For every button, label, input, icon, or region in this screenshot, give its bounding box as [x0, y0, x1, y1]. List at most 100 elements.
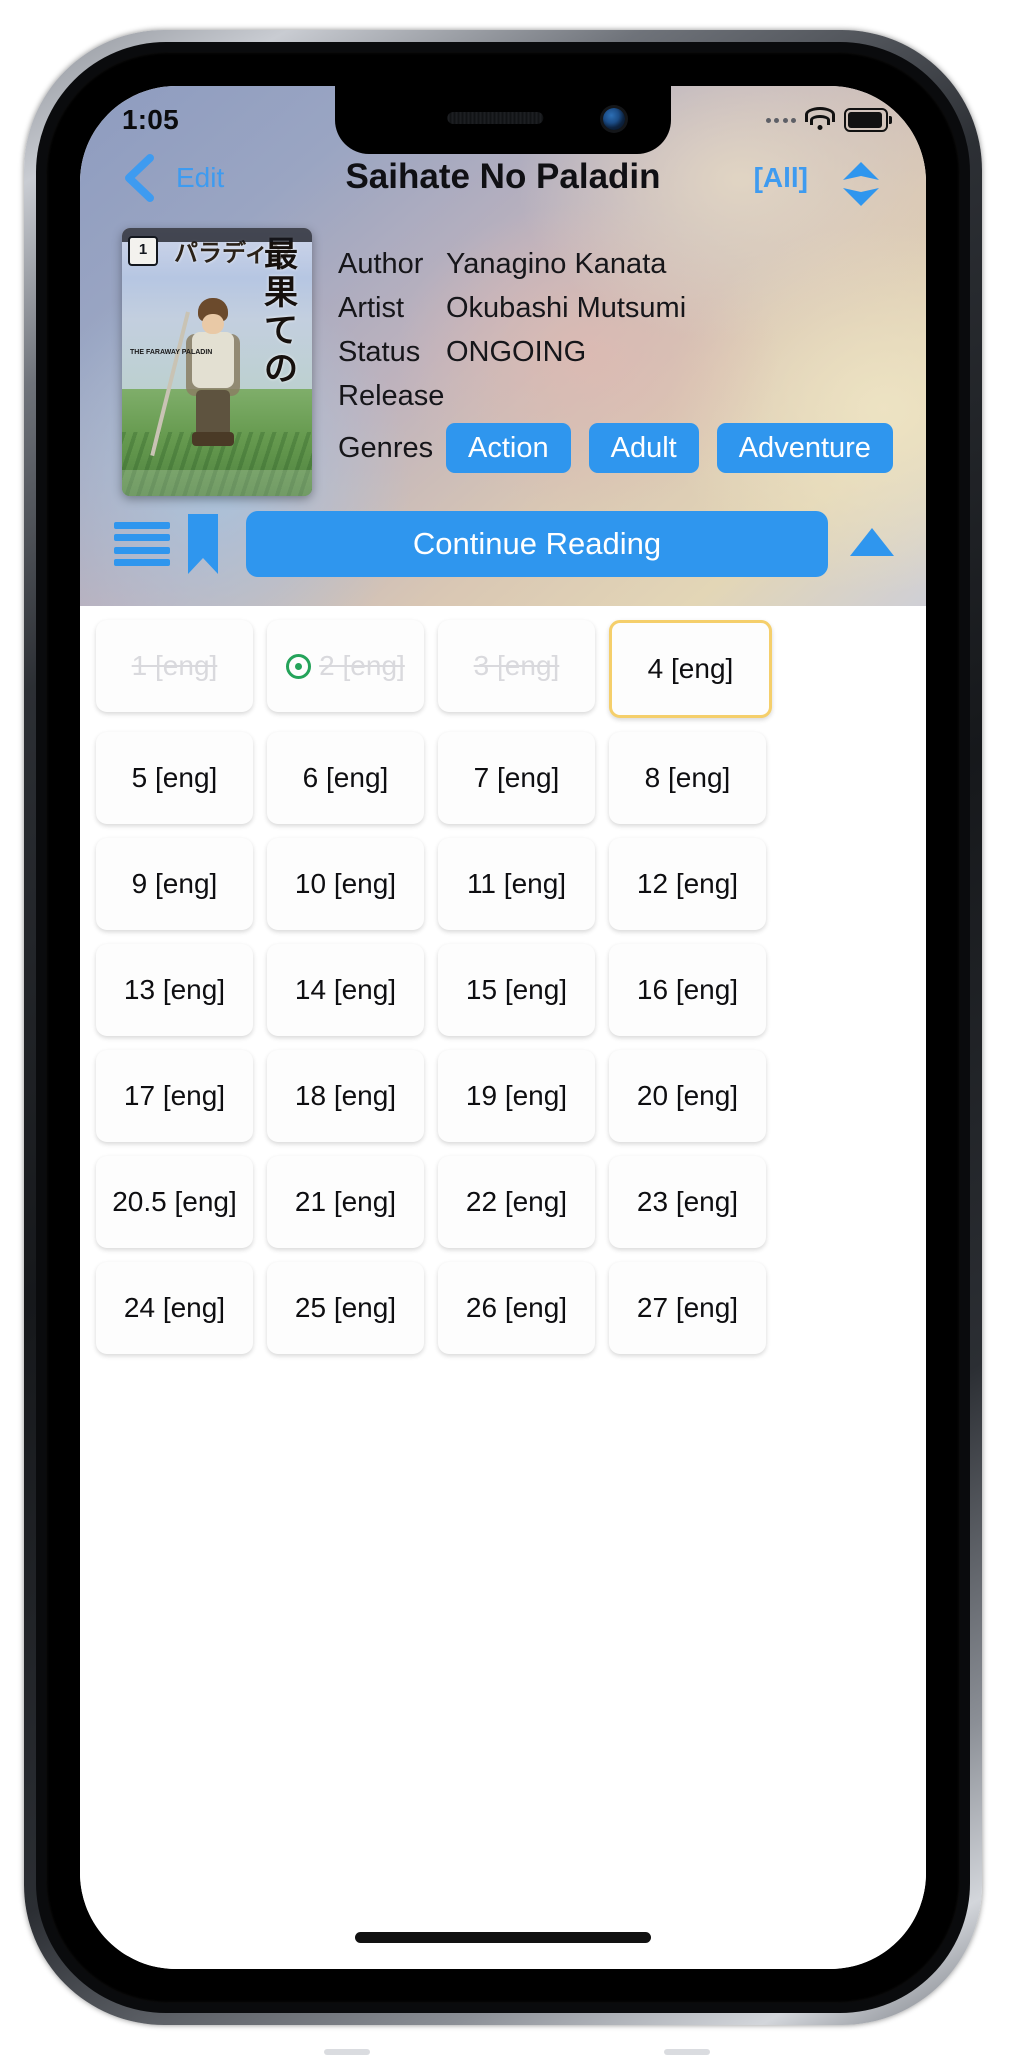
chapter-label: 5 [eng] [131, 762, 218, 793]
screenshot-stage: 1:05 Edit Saihate No Paladin [All] パラディン… [0, 0, 1012, 2060]
metadata-key: Status [338, 335, 421, 368]
chapter-label: 21 [eng] [294, 1186, 397, 1217]
genre-chip[interactable]: Adventure [716, 423, 893, 473]
chapter-label: 6 [eng] [302, 762, 389, 793]
chapter-cell[interactable]: 20 [eng] [609, 1050, 766, 1142]
genre-chip-list: Action Adult Adventure [446, 423, 893, 473]
status-indicators [765, 106, 892, 132]
chapter-label: 18 [eng] [294, 1080, 397, 1111]
metadata-row-status: Status ONGOING [338, 330, 916, 374]
metadata-value: ONGOING [446, 335, 587, 368]
continue-reading-button[interactable]: Continue Reading [246, 511, 828, 577]
triangle-up-icon[interactable] [846, 522, 898, 567]
chapter-label: 27 [eng] [636, 1292, 739, 1323]
chapter-label: 23 [eng] [636, 1186, 739, 1217]
chapter-cell[interactable]: 8 [eng] [609, 732, 766, 824]
antenna-band [664, 2049, 710, 2055]
chapter-label: 4 [eng] [647, 653, 734, 684]
front-camera-icon [603, 108, 625, 130]
chapter-cell[interactable]: 6 [eng] [267, 732, 424, 824]
metadata-key: Genres [338, 431, 434, 464]
metadata-row-genres: Genres Action Adult Adventure [338, 420, 916, 476]
chapter-cell[interactable]: 12 [eng] [609, 838, 766, 930]
earpiece-speaker-icon [447, 112, 544, 124]
metadata-row-release: Release [338, 374, 916, 418]
chapter-cell[interactable]: 7 [eng] [438, 732, 595, 824]
phone-device-frame: 1:05 Edit Saihate No Paladin [All] パラディン… [24, 30, 982, 2055]
cover-japanese-title: 最果ての [264, 235, 298, 389]
chapter-label: 11 [eng] [466, 868, 567, 899]
chapter-label: 1 [eng] [131, 650, 218, 681]
device-bezel: 1:05 Edit Saihate No Paladin [All] パラディン… [46, 52, 960, 2003]
language-filter-button[interactable]: [All] [754, 162, 808, 194]
chapter-cell[interactable]: 21 [eng] [267, 1156, 424, 1248]
chapter-list-panel[interactable]: 1 [eng] 2 [eng] 3 [eng] 4 [eng] 5 [eng] 6 [en… [80, 606, 926, 1969]
chapter-cell[interactable]: 9 [eng] [96, 838, 253, 930]
cover-image[interactable]: パラディン 最果ての 1 THE FARAWAY PALADIN [122, 228, 312, 496]
cover-subtitle: THE FARAWAY PALADIN [130, 349, 213, 356]
chapter-label: 10 [eng] [294, 868, 397, 899]
chapter-cell[interactable]: 19 [eng] [438, 1050, 595, 1142]
home-indicator[interactable] [355, 1932, 651, 1943]
action-bar: Continue Reading [80, 496, 926, 592]
metadata-value: Yanagino Kanata [446, 247, 667, 280]
chapter-cell[interactable]: 27 [eng] [609, 1262, 766, 1354]
battery-icon [844, 108, 892, 132]
chapter-label: 16 [eng] [636, 974, 739, 1005]
chapter-label: 7 [eng] [473, 762, 560, 793]
chapter-cell[interactable]: 23 [eng] [609, 1156, 766, 1248]
metadata-key: Release [338, 379, 445, 412]
chapter-label: 8 [eng] [644, 762, 731, 793]
genre-chip[interactable]: Adult [588, 423, 699, 473]
signal-dots-icon [765, 117, 796, 123]
metadata-key: Artist [338, 291, 405, 324]
chapter-grid: 1 [eng] 2 [eng] 3 [eng] 4 [eng] 5 [eng] 6 [en… [96, 620, 926, 1354]
chapter-label: 3 [eng] [473, 650, 560, 681]
chapter-cell[interactable]: 20.5 [eng] [96, 1156, 253, 1248]
chapter-label: 25 [eng] [294, 1292, 397, 1323]
chapter-cell[interactable]: 5 [eng] [96, 732, 253, 824]
series-info: パラディン 最果ての 1 THE FARAWAY PALADIN Author [80, 218, 926, 496]
metadata-value: Okubashi Mutsumi [446, 291, 687, 324]
sort-updown-icon[interactable] [838, 156, 884, 212]
chapter-cell[interactable]: 22 [eng] [438, 1156, 595, 1248]
chapter-cell[interactable]: 24 [eng] [96, 1262, 253, 1354]
chapter-cell[interactable]: 14 [eng] [267, 944, 424, 1036]
navigation-bar: Edit Saihate No Paladin [All] [80, 146, 926, 218]
chapter-cell[interactable]: 15 [eng] [438, 944, 595, 1036]
chapter-cell[interactable]: 1 [eng] [96, 620, 253, 712]
chapter-label: 15 [eng] [465, 974, 568, 1005]
chapter-label: 22 [eng] [465, 1186, 568, 1217]
chapter-cell[interactable]: 3 [eng] [438, 620, 595, 712]
chapter-cell[interactable]: 25 [eng] [267, 1262, 424, 1354]
genre-chip[interactable]: Action [446, 423, 571, 473]
metadata-row-author: Author Yanagino Kanata [338, 242, 916, 286]
chapter-cell[interactable]: 16 [eng] [609, 944, 766, 1036]
chapter-label: 2 [eng] [319, 650, 405, 681]
chapter-label: 26 [eng] [465, 1292, 568, 1323]
chapter-cell[interactable]: 26 [eng] [438, 1262, 595, 1354]
antenna-band [324, 2049, 370, 2055]
chapter-cell[interactable]: 11 [eng] [438, 838, 595, 930]
chapter-cell[interactable]: 4 [eng] [609, 620, 772, 718]
chapter-cell[interactable]: 2 [eng] [267, 620, 424, 712]
wifi-icon [805, 106, 835, 130]
chapter-cell[interactable]: 18 [eng] [267, 1050, 424, 1142]
chapter-cell[interactable]: 13 [eng] [96, 944, 253, 1036]
status-time: 1:05 [122, 104, 179, 135]
cover-volume-badge: 1 [128, 236, 158, 266]
device-midframe: 1:05 Edit Saihate No Paladin [All] パラディン… [36, 42, 970, 2013]
chapter-cell[interactable]: 17 [eng] [96, 1050, 253, 1142]
chapter-label: 14 [eng] [294, 974, 397, 1005]
metadata-row-artist: Artist Okubashi Mutsumi [338, 286, 916, 330]
notch [335, 86, 671, 154]
list-lines-icon[interactable] [114, 522, 170, 566]
phone-screen: 1:05 Edit Saihate No Paladin [All] パラディン… [80, 86, 926, 1969]
chapter-label: 19 [eng] [465, 1080, 568, 1111]
chapter-label: 20.5 [eng] [112, 1186, 237, 1217]
chapter-label: 12 [eng] [636, 868, 739, 899]
chapter-label: 20 [eng] [636, 1080, 739, 1111]
metadata-key: Author [338, 247, 424, 280]
chapter-cell[interactable]: 10 [eng] [267, 838, 424, 930]
bookmark-icon[interactable] [186, 512, 220, 576]
